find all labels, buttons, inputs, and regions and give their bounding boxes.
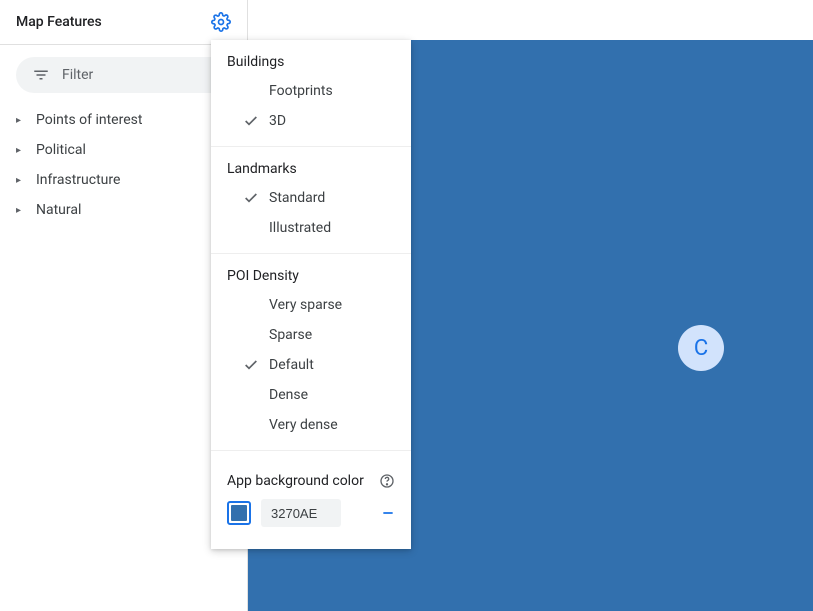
filter-icon <box>32 66 50 84</box>
check-icon <box>243 190 259 206</box>
option-very-dense[interactable]: Very dense <box>211 410 411 440</box>
filter-placeholder: Filter <box>62 67 93 83</box>
gear-icon[interactable] <box>211 12 231 32</box>
color-swatch[interactable] <box>227 501 251 525</box>
option-footprints[interactable]: Footprints <box>211 76 411 106</box>
section-title: Landmarks <box>211 161 411 183</box>
settings-popover: Buildings Footprints 3D Landmarks Standa… <box>211 40 411 549</box>
option-label: Default <box>269 357 395 373</box>
option-label: Dense <box>269 387 395 403</box>
check-icon <box>243 357 259 373</box>
option-very-sparse[interactable]: Very sparse <box>211 290 411 320</box>
help-icon[interactable] <box>379 473 395 489</box>
section-title: Buildings <box>211 54 411 76</box>
tree-item-natural[interactable]: ▸ Natural <box>0 195 247 225</box>
tree-item-poi[interactable]: ▸ Points of interest <box>0 105 247 135</box>
option-label: Very sparse <box>269 297 395 313</box>
tree-item-label: Natural <box>36 202 81 218</box>
feature-tree: ▸ Points of interest ▸ Political ▸ Infra… <box>0 97 247 233</box>
option-standard[interactable]: Standard <box>211 183 411 213</box>
hex-input[interactable] <box>261 499 341 527</box>
sidebar-title: Map Features <box>16 14 102 30</box>
option-dense[interactable]: Dense <box>211 380 411 410</box>
option-illustrated[interactable]: Illustrated <box>211 213 411 243</box>
bg-color-label: App background color <box>227 473 364 489</box>
caret-right-icon: ▸ <box>16 175 26 186</box>
caret-right-icon: ▸ <box>16 205 26 216</box>
caret-right-icon: ▸ <box>16 115 26 126</box>
section-landmarks: Landmarks Standard Illustrated <box>211 146 411 253</box>
option-label: Very dense <box>269 417 395 433</box>
sidebar-header: Map Features <box>0 0 247 45</box>
section-poi-density: POI Density Very sparse Sparse Default D… <box>211 253 411 450</box>
center-badge-letter: C <box>694 336 708 361</box>
section-bg-color: App background color <box>211 450 411 537</box>
section-title: POI Density <box>211 268 411 290</box>
remove-color-icon[interactable] <box>381 506 395 520</box>
tree-item-label: Points of interest <box>36 112 142 128</box>
tree-item-infrastructure[interactable]: ▸ Infrastructure <box>0 165 247 195</box>
option-label: Standard <box>269 190 395 206</box>
option-sparse[interactable]: Sparse <box>211 320 411 350</box>
tree-item-label: Political <box>36 142 86 158</box>
center-badge[interactable]: C <box>678 325 724 371</box>
option-3d[interactable]: 3D <box>211 106 411 136</box>
caret-right-icon: ▸ <box>16 145 26 156</box>
section-buildings: Buildings Footprints 3D <box>211 54 411 146</box>
filter-input[interactable]: Filter <box>16 57 231 93</box>
option-label: 3D <box>269 113 395 129</box>
check-icon <box>243 113 259 129</box>
option-default[interactable]: Default <box>211 350 411 380</box>
option-label: Footprints <box>269 83 395 99</box>
option-label: Illustrated <box>269 220 395 236</box>
tree-item-political[interactable]: ▸ Political <box>0 135 247 165</box>
option-label: Sparse <box>269 327 395 343</box>
tree-item-label: Infrastructure <box>36 172 120 188</box>
